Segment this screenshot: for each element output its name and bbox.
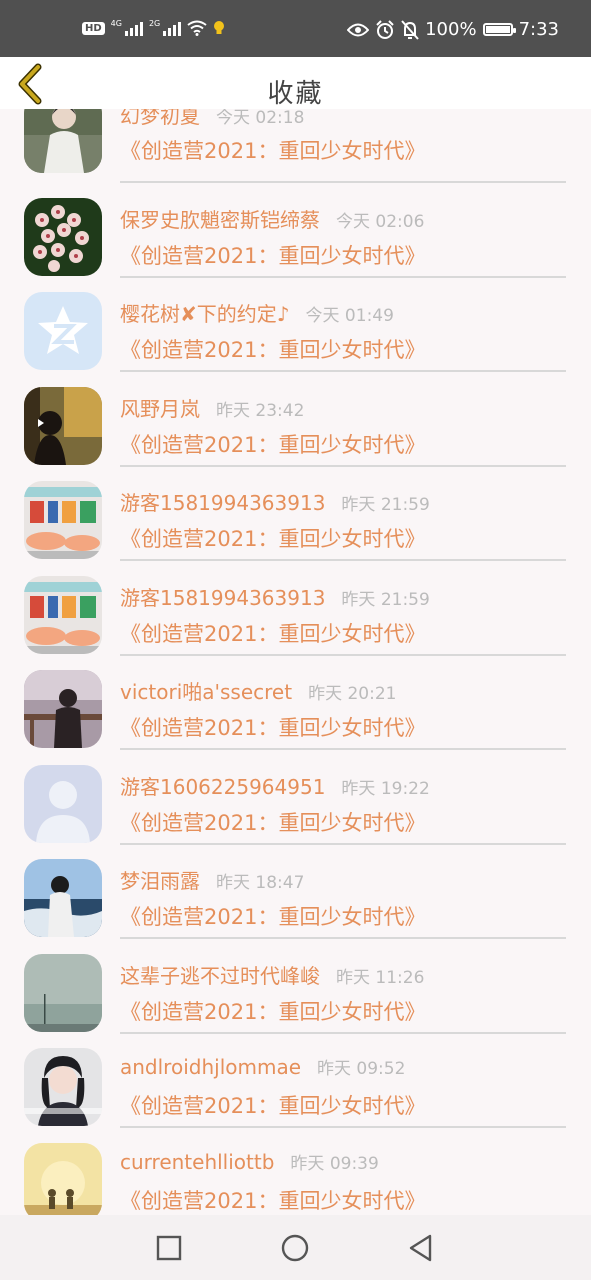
username[interactable]: 游客1581994363913: [120, 487, 325, 516]
couple-sunset-avatar[interactable]: [24, 1143, 102, 1215]
list-item[interactable]: andlroidhjlommae 昨天 09:52 《创造营2021：重回少女时代…: [0, 1040, 591, 1135]
username[interactable]: victori啪a'ssecret: [120, 676, 292, 705]
username[interactable]: currentehlliottb: [120, 1150, 274, 1174]
battery-percent: 100%: [425, 19, 477, 40]
username[interactable]: 游客1581994363913: [120, 582, 325, 611]
divider: [120, 465, 566, 467]
qq-logo-avatar[interactable]: [24, 292, 102, 370]
divider: [120, 181, 566, 183]
show-title[interactable]: 《创造营2021：重回少女时代》: [120, 618, 425, 648]
list-item[interactable]: 梦泪雨露 昨天 18:47 《创造营2021：重回少女时代》: [0, 851, 591, 946]
list-item[interactable]: 樱花树✘下的约定♪ 今天 01:49 《创造营2021：重回少女时代》: [0, 284, 591, 379]
show-title[interactable]: 《创造营2021：重回少女时代》: [120, 712, 425, 742]
show-title[interactable]: 《创造营2021：重回少女时代》: [120, 523, 425, 553]
timestamp: 昨天 18:47: [216, 873, 305, 893]
girl-seaside-avatar[interactable]: [24, 859, 102, 937]
show-title[interactable]: 《创造营2021：重回少女时代》: [120, 901, 425, 931]
signal-sim2-icon: 2G: [149, 20, 182, 36]
show-title[interactable]: 《创造营2021：重回少女时代》: [120, 135, 425, 165]
divider: [120, 937, 566, 939]
show-title[interactable]: 《创造营2021：重回少女时代》: [120, 1185, 425, 1215]
username[interactable]: 樱花树✘下的约定♪: [120, 298, 290, 327]
person-at-window-avatar[interactable]: [24, 670, 102, 748]
timestamp: 昨天 11:26: [336, 968, 425, 988]
status-bar: HD 4G 2G 100% 7:33: [0, 0, 591, 57]
divider: [120, 559, 566, 561]
lightbulb-icon: [214, 21, 225, 34]
list-item[interactable]: victori啪a'ssecret 昨天 20:21 《创造营2021：重回少女时…: [0, 662, 591, 757]
system-nav-bar: [0, 1215, 591, 1280]
list-item[interactable]: 游客1606225964951 昨天 19:22 《创造营2021：重回少女时代》: [0, 757, 591, 852]
username[interactable]: 这辈子逃不过时代峰峻: [120, 960, 320, 989]
timestamp: 今天 01:49: [305, 306, 394, 326]
clock: 7:33: [518, 19, 559, 40]
list-item[interactable]: 游客1581994363913 昨天 21:59 《创造营2021：重回少女时代》: [0, 568, 591, 663]
hd-badge: HD: [82, 21, 105, 35]
flower-avatar[interactable]: [24, 198, 102, 276]
signal-sim1-icon: 4G: [111, 20, 143, 36]
divider: [120, 843, 566, 845]
show-title[interactable]: 《创造营2021：重回少女时代》: [120, 429, 425, 459]
username[interactable]: 风野月岚: [120, 393, 200, 422]
status-right-icons: 100% 7:33: [347, 19, 559, 40]
back-triangle-icon[interactable]: [406, 1233, 436, 1263]
username[interactable]: 游客1606225964951: [120, 771, 325, 800]
default-person-avatar[interactable]: [24, 765, 102, 843]
timestamp: 今天 02:06: [336, 212, 425, 232]
list-item[interactable]: 幻梦初夏 今天 02:18 《创造营2021：重回少女时代》: [0, 109, 591, 190]
girl-with-hat-avatar[interactable]: [24, 1048, 102, 1126]
misty-sky-avatar[interactable]: [24, 954, 102, 1032]
username[interactable]: 保罗史肷魈密斯铠缔蔡: [120, 204, 320, 233]
timestamp: 昨天 23:42: [216, 401, 305, 421]
username[interactable]: 梦泪雨露: [120, 865, 200, 894]
username[interactable]: 幻梦初夏: [120, 109, 200, 129]
list-item[interactable]: 游客1581994363913 昨天 21:59 《创造营2021：重回少女时代》: [0, 473, 591, 568]
show-title[interactable]: 《创造营2021：重回少女时代》: [120, 996, 425, 1026]
username[interactable]: andlroidhjlommae: [120, 1055, 301, 1079]
eye-icon: [347, 23, 370, 36]
page-title: 收藏: [267, 79, 324, 109]
timestamp: 昨天 09:52: [317, 1059, 406, 1079]
show-title[interactable]: 《创造营2021：重回少女时代》: [120, 240, 425, 270]
divider: [120, 276, 566, 278]
timestamp: 今天 02:18: [216, 109, 305, 128]
list-item[interactable]: 这辈子逃不过时代峰峻 昨天 11:26 《创造营2021：重回少女时代》: [0, 946, 591, 1041]
battery-icon: [482, 23, 516, 36]
girl-outdoor-avatar[interactable]: [24, 387, 102, 465]
header: 收藏: [0, 57, 591, 109]
food-shop-avatar[interactable]: [24, 481, 102, 559]
timestamp: 昨天 09:39: [290, 1154, 379, 1174]
home-circle-icon[interactable]: [280, 1233, 310, 1263]
list-item[interactable]: 风野月岚 昨天 23:42 《创造营2021：重回少女时代》: [0, 379, 591, 474]
list-item[interactable]: 保罗史肷魈密斯铠缔蔡 今天 02:06 《创造营2021：重回少女时代》: [0, 190, 591, 285]
divider: [120, 654, 566, 656]
food-shop-avatar[interactable]: [24, 576, 102, 654]
divider: [120, 1126, 566, 1128]
recent-apps-square-icon[interactable]: [154, 1233, 184, 1263]
mute-bell-icon: [401, 19, 419, 40]
timestamp: 昨天 21:59: [341, 495, 430, 515]
timestamp: 昨天 19:22: [341, 779, 430, 799]
wifi-icon: [187, 20, 207, 36]
favorites-list: 幻梦初夏 今天 02:18 《创造营2021：重回少女时代》 保罗史肷魈密斯铠缔蔡…: [0, 109, 591, 1215]
show-title[interactable]: 《创造营2021：重回少女时代》: [120, 1090, 425, 1120]
timestamp: 昨天 21:59: [341, 590, 430, 610]
divider: [120, 1032, 566, 1034]
timestamp: 昨天 20:21: [308, 684, 397, 704]
alarm-icon: [376, 19, 394, 39]
divider: [120, 748, 566, 750]
show-title[interactable]: 《创造营2021：重回少女时代》: [120, 334, 425, 364]
status-left-icons: HD 4G 2G: [82, 20, 225, 36]
list-item[interactable]: currentehlliottb 昨天 09:39 《创造营2021：重回少女时代…: [0, 1135, 591, 1215]
show-title[interactable]: 《创造营2021：重回少女时代》: [120, 807, 425, 837]
person-in-white-avatar[interactable]: [24, 109, 102, 173]
divider: [120, 370, 566, 372]
